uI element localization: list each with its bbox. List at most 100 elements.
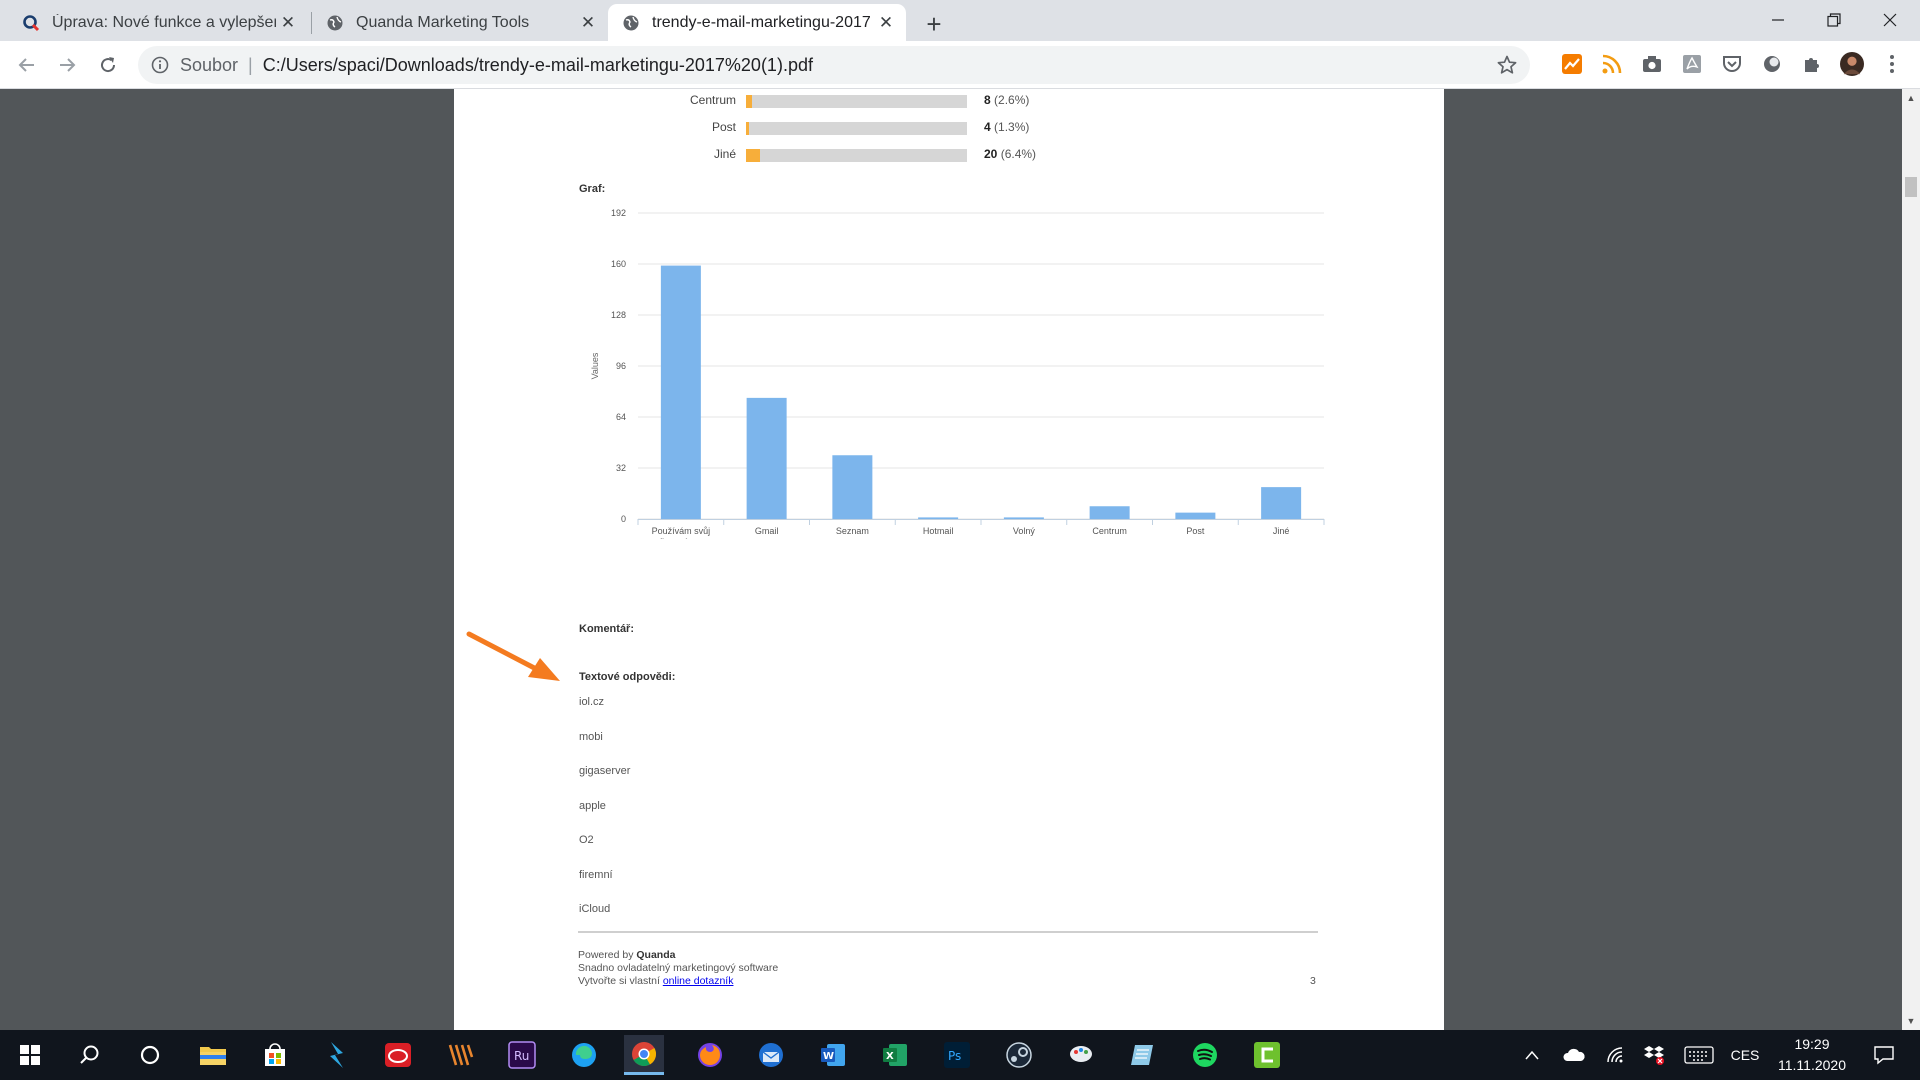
svg-text:X: X bbox=[886, 1051, 894, 1062]
photoshop-icon[interactable]: Ps bbox=[937, 1035, 977, 1075]
result-label: Centrum bbox=[689, 93, 736, 107]
close-window-button[interactable] bbox=[1862, 0, 1918, 40]
result-value: 4 (1.3%) bbox=[984, 120, 1029, 134]
tab-title: trendy-e-mail-marketingu-2017 ( bbox=[652, 13, 874, 31]
powered-prefix: Powered by bbox=[578, 949, 634, 961]
close-tab-icon[interactable]: ✕ bbox=[576, 11, 600, 35]
powered-by-line: Powered by Quanda bbox=[578, 949, 778, 962]
scroll-up-arrow-icon[interactable]: ▲ bbox=[1902, 89, 1920, 107]
close-tab-icon[interactable]: ✕ bbox=[874, 11, 898, 35]
store-icon[interactable] bbox=[255, 1035, 295, 1075]
chart-bar bbox=[918, 517, 959, 519]
profile-avatar[interactable] bbox=[1840, 52, 1864, 76]
result-bar-fill bbox=[746, 95, 752, 108]
onedrive-icon[interactable] bbox=[1560, 1044, 1588, 1066]
circle-extension-icon[interactable] bbox=[1760, 52, 1784, 76]
lightning-app-icon[interactable] bbox=[317, 1035, 357, 1075]
steam-icon[interactable] bbox=[999, 1035, 1039, 1075]
tab-quanda-marketing-tools[interactable]: Quanda Marketing Tools ✕ bbox=[312, 4, 608, 41]
result-percent: (2.6%) bbox=[990, 93, 1030, 107]
notification-icon[interactable] bbox=[1866, 1044, 1902, 1066]
result-bar-fill bbox=[746, 149, 761, 162]
info-icon[interactable] bbox=[150, 55, 170, 75]
pocket-icon[interactable] bbox=[1720, 52, 1744, 76]
result-value: 20 (6.4%) bbox=[984, 147, 1036, 161]
camtasia-icon[interactable] bbox=[1247, 1035, 1287, 1075]
result-bar-fill bbox=[746, 122, 749, 135]
result-percent: (1.3%) bbox=[990, 120, 1030, 134]
file-scheme-label: Soubor bbox=[180, 54, 239, 75]
analytics-extension-icon[interactable] bbox=[1560, 52, 1584, 76]
globe-icon bbox=[622, 14, 640, 32]
file-explorer-icon[interactable] bbox=[193, 1035, 233, 1075]
tab-uprava[interactable]: Úprava: Nové funkce a vylepšení ✕ bbox=[8, 4, 308, 41]
text-answers-heading: Textové odpovědi: bbox=[579, 671, 676, 683]
chevron-up-icon[interactable] bbox=[1520, 1044, 1544, 1066]
footer-divider bbox=[578, 931, 1318, 933]
menu-kebab-icon[interactable] bbox=[1880, 52, 1904, 76]
reload-button[interactable] bbox=[92, 49, 124, 81]
close-tab-icon[interactable]: ✕ bbox=[276, 11, 300, 35]
tab-strip: Úprava: Nové funkce a vylepšení ✕ Quanda… bbox=[0, 0, 1920, 41]
excel-icon[interactable]: X bbox=[875, 1035, 915, 1075]
new-tab-button[interactable]: + bbox=[918, 8, 950, 40]
cortana-icon[interactable] bbox=[130, 1035, 170, 1075]
back-button[interactable] bbox=[11, 49, 43, 81]
puzzle-extensions-icon[interactable] bbox=[1800, 52, 1824, 76]
text-answer: gigaserver bbox=[579, 765, 631, 777]
firefox-icon[interactable] bbox=[690, 1035, 730, 1075]
result-bar bbox=[746, 149, 967, 162]
search-icon[interactable] bbox=[70, 1035, 110, 1075]
scroll-down-arrow-icon[interactable]: ▼ bbox=[1902, 1012, 1920, 1030]
pdf-page: Centrum 8 (2.6%) Post 4 (1.3%) Jiné 20 (6.4%)… bbox=[454, 89, 1444, 1030]
text-answer: O2 bbox=[579, 834, 594, 846]
premiere-rush-icon[interactable]: Ru bbox=[502, 1035, 542, 1075]
online-survey-link[interactable]: online dotazník bbox=[663, 975, 734, 987]
creative-cloud-icon[interactable] bbox=[378, 1035, 418, 1075]
x-tick-label: Gmail bbox=[755, 526, 779, 536]
camera-icon[interactable] bbox=[1640, 52, 1664, 76]
svg-text:W: W bbox=[823, 1051, 834, 1062]
thunderbird-icon[interactable] bbox=[751, 1035, 791, 1075]
result-row: Centrum 8 (2.6%) bbox=[454, 93, 1054, 109]
chart-bar bbox=[832, 455, 873, 519]
stripes-app-icon[interactable] bbox=[440, 1035, 480, 1075]
pdf-viewer[interactable]: Centrum 8 (2.6%) Post 4 (1.3%) Jiné 20 (6.4%)… bbox=[0, 89, 1920, 1030]
restore-button[interactable] bbox=[1806, 0, 1862, 40]
minimize-button[interactable] bbox=[1750, 0, 1806, 40]
keyboard-icon[interactable] bbox=[1682, 1044, 1716, 1066]
paint-brush-app-icon[interactable] bbox=[1061, 1035, 1101, 1075]
chart-bar bbox=[1175, 512, 1216, 519]
x-tick-label: Post bbox=[1186, 526, 1205, 536]
result-row: Jiné 20 (6.4%) bbox=[454, 147, 1054, 163]
y-tick-label: 0 bbox=[621, 514, 626, 524]
result-percent: (6.4%) bbox=[997, 147, 1037, 161]
create-prefix: Vytvořte si vlastní bbox=[578, 975, 660, 987]
chrome-taskbar-icon[interactable] bbox=[624, 1035, 664, 1075]
windows-start-icon[interactable] bbox=[10, 1035, 50, 1075]
word-icon[interactable]: W bbox=[813, 1035, 853, 1075]
edge-icon[interactable] bbox=[564, 1035, 604, 1075]
text-answer: iol.cz bbox=[579, 696, 605, 708]
tab-pdf-document[interactable]: trendy-e-mail-marketingu-2017 ( ✕ bbox=[608, 4, 906, 41]
wifi-icon[interactable] bbox=[1602, 1044, 1630, 1066]
notepad-app-icon[interactable] bbox=[1123, 1035, 1163, 1075]
text-answer: iCloud bbox=[579, 903, 611, 915]
scrollbar-thumb[interactable] bbox=[1905, 177, 1917, 197]
browser-toolbar: Soubor | C:/Users/spaci/Downloads/trendy… bbox=[0, 41, 1920, 89]
svg-text:Ps: Ps bbox=[948, 1049, 961, 1063]
dropbox-icon[interactable] bbox=[1640, 1044, 1668, 1066]
pdf-icon[interactable] bbox=[1680, 52, 1704, 76]
y-axis-label: Values bbox=[590, 352, 600, 379]
forward-button[interactable] bbox=[51, 49, 83, 81]
rss-icon[interactable] bbox=[1600, 52, 1624, 76]
windows-taskbar: Ru W X Ps CES 19:29 11.11.2020 bbox=[0, 1030, 1920, 1080]
spotify-icon[interactable] bbox=[1185, 1035, 1225, 1075]
address-url: C:/Users/spaci/Downloads/trendy-e-mail-m… bbox=[262, 54, 813, 75]
text-answer: mobi bbox=[579, 730, 603, 743]
vertical-scrollbar[interactable]: ▲ ▼ bbox=[1902, 89, 1920, 1030]
address-bar[interactable]: Soubor | C:/Users/spaci/Downloads/trendy… bbox=[138, 46, 1530, 84]
language-indicator[interactable]: CES bbox=[1728, 1044, 1762, 1066]
bookmark-star-icon[interactable] bbox=[1496, 54, 1518, 76]
clock[interactable]: 19:29 11.11.2020 bbox=[1762, 1034, 1862, 1076]
